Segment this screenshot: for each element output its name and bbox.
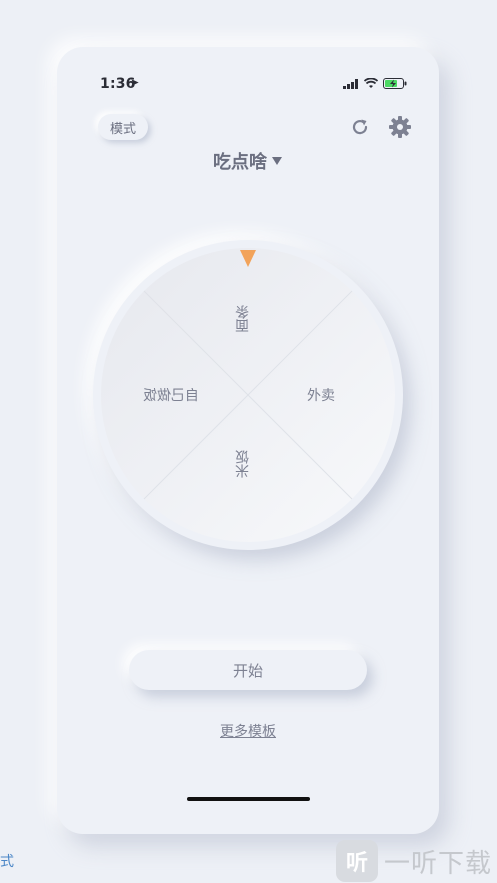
location-arrow-icon: ➤ xyxy=(130,76,140,89)
title-dropdown[interactable]: 吃点啥 xyxy=(57,148,439,174)
side-caption: 式 xyxy=(0,854,14,870)
wheel-face xyxy=(101,248,395,542)
status-icons xyxy=(343,78,407,89)
gear-icon[interactable] xyxy=(388,115,412,139)
wheel-segment-label: 外卖 xyxy=(307,388,335,404)
caret-down-icon xyxy=(272,157,282,165)
start-button[interactable]: 开始 xyxy=(129,650,367,690)
wheel-segment-label: 自己做饭 xyxy=(143,388,199,404)
battery-charging-icon xyxy=(383,78,407,89)
wifi-icon xyxy=(364,78,378,88)
home-indicator[interactable] xyxy=(187,797,310,801)
signal-icon xyxy=(343,78,358,89)
wheel-segment-label: 面条 xyxy=(235,305,251,333)
wheel-pointer-icon xyxy=(240,250,256,267)
wheel-segment-label: 米饭 xyxy=(235,450,251,478)
phone-screen: 1:36 ➤ 模式 吃点啥 面条 外卖 米饭 自己做饭 开始 更多模板 xyxy=(57,47,439,834)
watermark-text: 一听下载 xyxy=(384,848,493,879)
refresh-icon[interactable] xyxy=(348,115,372,139)
mode-button[interactable]: 模式 xyxy=(98,114,148,140)
more-templates-link[interactable]: 更多模板 xyxy=(220,724,276,740)
page-title: 吃点啥 xyxy=(213,152,267,173)
watermark: 听 一听下载 xyxy=(336,840,492,882)
decision-wheel[interactable]: 面条 外卖 米饭 自己做饭 xyxy=(93,240,403,550)
watermark-logo: 听 xyxy=(336,840,378,882)
more-templates-link-wrap: 更多模板 xyxy=(57,721,439,741)
